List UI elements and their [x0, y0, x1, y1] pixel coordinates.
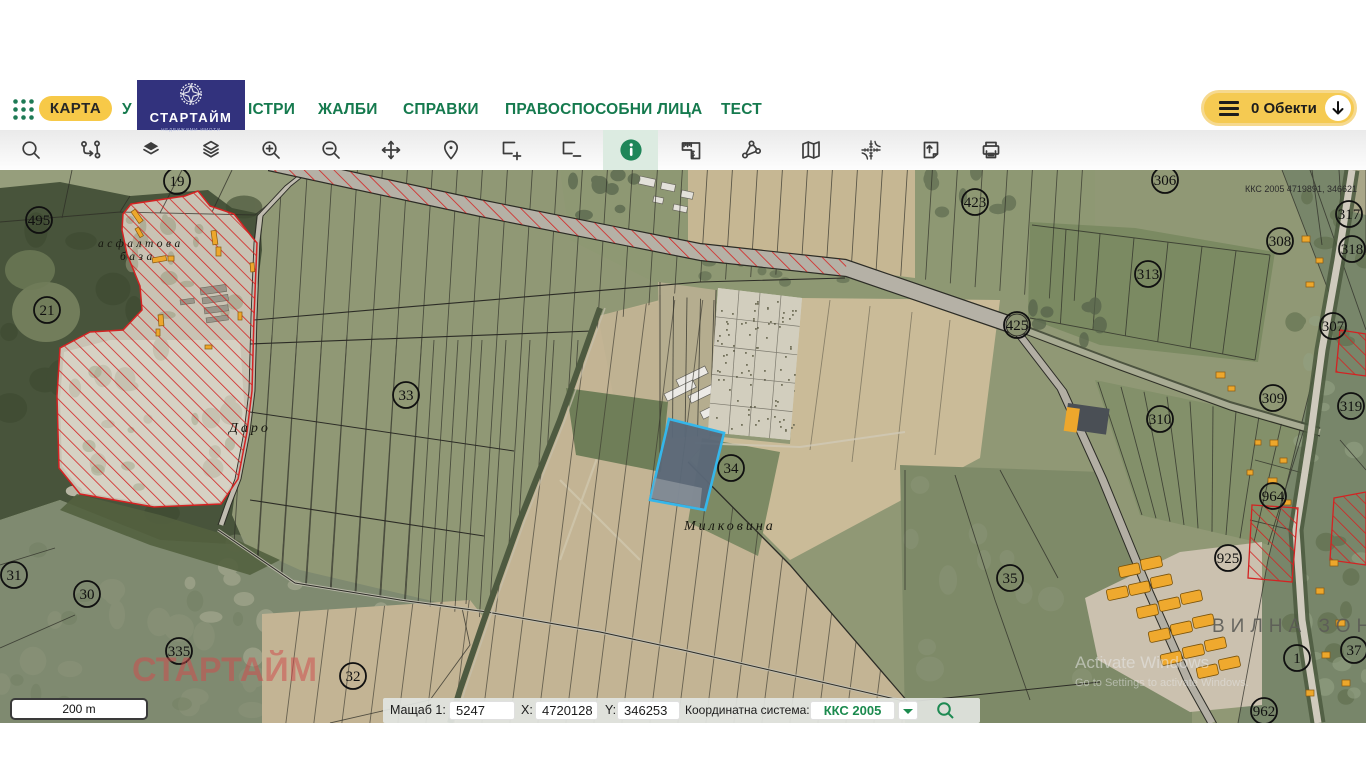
- svg-text:313: 313: [1137, 267, 1160, 283]
- svg-text:21: 21: [40, 303, 55, 319]
- svg-text:308: 308: [1269, 234, 1292, 250]
- svg-text:32: 32: [346, 669, 361, 685]
- svg-text:317: 317: [1338, 207, 1361, 223]
- svg-text:Go to Settings to activate Win: Go to Settings to activate Windows.: [1075, 677, 1249, 689]
- svg-text:30: 30: [80, 587, 95, 603]
- svg-text:Activate Windows: Activate Windows: [1075, 653, 1209, 672]
- svg-text:318: 318: [1341, 242, 1364, 258]
- svg-text:964: 964: [1262, 489, 1285, 505]
- svg-text:ККС 2005 4719891, 346621: ККС 2005 4719891, 346621: [1245, 184, 1357, 194]
- svg-text:306: 306: [1154, 173, 1177, 189]
- svg-text:31: 31: [7, 568, 22, 584]
- svg-text:1: 1: [1293, 651, 1301, 667]
- svg-text:база: база: [120, 251, 156, 263]
- svg-text:ВИЛНА ЗОН: ВИЛНА ЗОН: [1212, 616, 1366, 637]
- svg-text:925: 925: [1217, 551, 1240, 567]
- svg-text:423: 423: [964, 195, 987, 211]
- svg-text:962: 962: [1253, 704, 1276, 720]
- svg-text:425: 425: [1006, 318, 1029, 334]
- svg-text:307: 307: [1322, 319, 1345, 335]
- svg-text:37: 37: [1347, 643, 1363, 659]
- svg-text:33: 33: [399, 388, 414, 404]
- svg-text:310: 310: [1149, 412, 1172, 428]
- svg-text:309: 309: [1262, 391, 1285, 407]
- svg-text:Даро: Даро: [227, 421, 271, 436]
- svg-text:35: 35: [1003, 571, 1018, 587]
- svg-text:СТАРТАЙМ: СТАРТАЙМ: [132, 650, 317, 689]
- svg-text:19: 19: [170, 174, 185, 190]
- svg-text:495: 495: [28, 213, 51, 229]
- svg-text:асфалтова: асфалтова: [98, 238, 184, 250]
- svg-text:34: 34: [724, 461, 740, 477]
- svg-text:Милковина: Милковина: [683, 519, 776, 534]
- svg-text:319: 319: [1340, 399, 1363, 415]
